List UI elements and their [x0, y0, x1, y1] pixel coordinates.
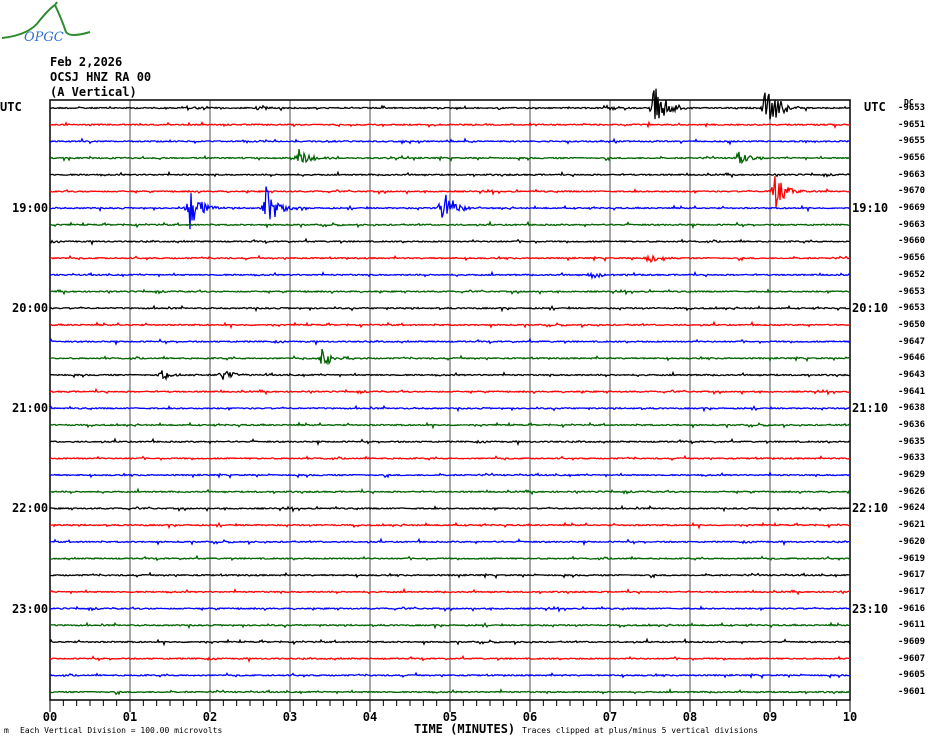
x-axis-title: TIME (MINUTES): [414, 722, 516, 736]
clip-note: Traces clipped at plus/minus 5 vertical …: [522, 726, 759, 735]
corner-mark: m: [4, 726, 9, 735]
helicorder-plot: OPGC Feb 2,2026 OCSJ HNZ RA 00 (A Vertic…: [0, 0, 930, 744]
seismogram-traces: [49, 88, 851, 712]
scale-note: Each Vertical Division = 100.00 microvol…: [20, 726, 223, 735]
